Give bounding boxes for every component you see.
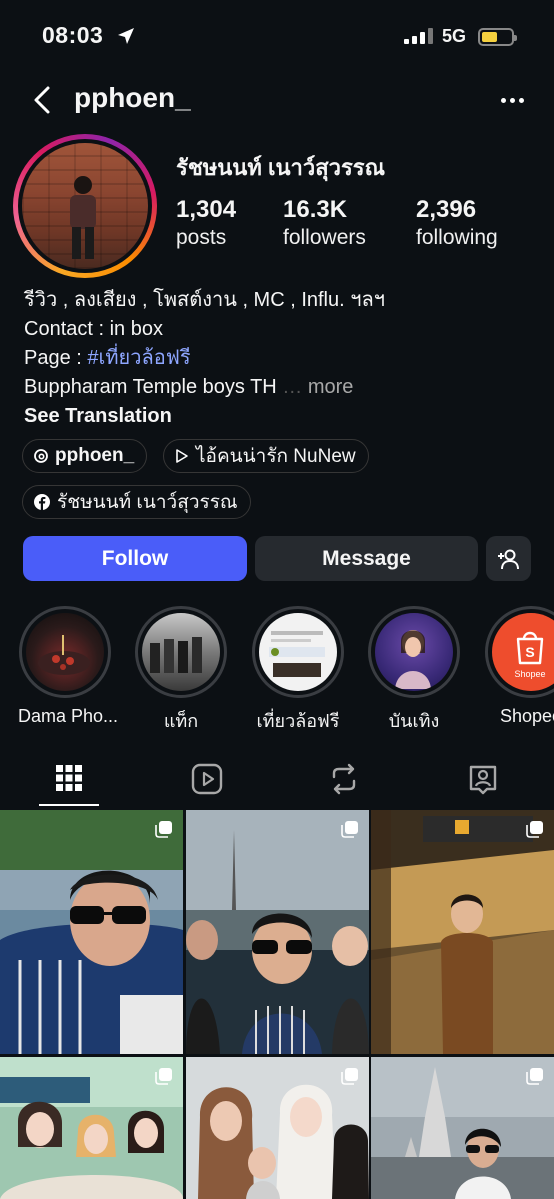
profile-avatar [22, 143, 148, 269]
multiple-photos-icon [341, 1068, 358, 1085]
multiple-photos-icon [155, 1068, 172, 1085]
tab-reels[interactable] [177, 752, 237, 806]
tab-tagged[interactable] [453, 752, 513, 806]
posts-grid [0, 810, 554, 1199]
post-image [371, 810, 554, 1054]
location-arrow-icon [118, 28, 134, 44]
facebook-icon [33, 493, 51, 511]
following-count: 2,396 [416, 196, 477, 223]
tab-posts-grid[interactable] [39, 752, 99, 806]
play-icon [174, 448, 190, 464]
threads-icon [33, 448, 49, 464]
highlight-item[interactable]: เที่ยวล้อฟรี [251, 606, 345, 735]
multiple-photos-icon [155, 821, 172, 838]
followers-label: followers [283, 226, 366, 249]
bio-more-link[interactable]: more [308, 376, 354, 398]
multiple-photos-icon [341, 821, 358, 838]
more-dot [509, 97, 515, 103]
profile-username: pphoen_ [74, 82, 191, 113]
bio-line: Buppharam Temple boys TH … more [24, 376, 354, 398]
follow-button[interactable]: Follow [23, 536, 247, 581]
threads-link-chip[interactable]: pphoen_ [22, 439, 148, 473]
video-link-chip[interactable]: ไอ้คนน่ารัก NuNew [163, 439, 369, 473]
profile-header: pphoen_ [0, 74, 554, 126]
more-dot [500, 97, 506, 103]
svg-text:S: S [525, 644, 534, 660]
status-bar: 08:03 5G [0, 0, 554, 74]
highlight-cover [26, 613, 104, 691]
highlight-label: เที่ยวล้อฟรี [256, 711, 340, 731]
highlight-item[interactable]: S Shopee Shopee [484, 606, 554, 727]
highlight-cover [142, 613, 220, 691]
highlight-cover: S Shopee [492, 613, 554, 691]
following-stat[interactable]: 2,396 following [416, 196, 498, 250]
avatar-photo [70, 176, 96, 259]
bio-line: รีวิว , ลงเสียง , โพสต์งาน , MC , Influ.… [24, 289, 385, 311]
more-dot [518, 97, 524, 103]
battery-icon [478, 28, 517, 46]
facebook-link-chip[interactable]: รัชษนนท์ เนาว์สุวรรณ [22, 485, 251, 519]
signal-icon [404, 28, 433, 44]
post-thumbnail[interactable] [0, 810, 183, 1054]
highlight-label: แท็ก [163, 711, 199, 731]
post-thumbnail[interactable] [186, 810, 369, 1054]
bio-line: Contact : in box [24, 318, 163, 340]
posts-count: 1,304 [176, 196, 237, 223]
post-image [0, 810, 183, 1054]
story-ring[interactable] [13, 134, 157, 278]
profile-tabs [0, 752, 554, 808]
message-button[interactable]: Message [255, 536, 478, 581]
post-thumbnail[interactable] [371, 1057, 554, 1199]
suggested-users-button[interactable] [486, 536, 531, 581]
video-link-label: ไอ้คนน่ารัก NuNew [196, 446, 356, 467]
bio-text: Buppharam Temple boys TH [24, 376, 277, 398]
highlight-label: Dama Pho... [18, 706, 119, 726]
posts-label: posts [176, 226, 227, 249]
network-type: 5G [442, 26, 467, 46]
highlight-cover [375, 613, 453, 691]
multiple-photos-icon [526, 1068, 543, 1085]
highlight-item[interactable]: Dama Pho... [18, 606, 119, 727]
chevron-left-icon [34, 86, 50, 114]
tab-reposts[interactable] [314, 752, 374, 806]
see-translation-link[interactable]: See Translation [24, 402, 534, 431]
grid-icon [56, 765, 82, 791]
reposts-icon [332, 763, 356, 795]
post-thumbnail[interactable] [186, 1057, 369, 1199]
followers-stat[interactable]: 16.3K followers [283, 196, 366, 250]
post-image [186, 810, 369, 1054]
followers-count: 16.3K [283, 196, 348, 223]
reels-icon [191, 763, 223, 795]
bio-line: Page : #เที่ยวล้อฟรี [24, 344, 534, 373]
profile-bio: รีวิว , ลงเสียง , โพสต์งาน , MC , Influ.… [24, 286, 534, 431]
facebook-link-label: รัชษนนท์ เนาว์สุวรรณ [57, 492, 238, 513]
status-time: 08:03 [42, 22, 104, 48]
highlight-cover [259, 613, 337, 691]
following-label: following [416, 226, 498, 249]
profile-full-name: รัชษนนท์ เนาว์สุวรรณ [176, 155, 386, 180]
posts-stat[interactable]: 1,304 posts [176, 196, 236, 250]
back-button[interactable] [24, 80, 60, 120]
highlight-label: บันเทิง [388, 711, 440, 731]
multiple-photos-icon [526, 821, 543, 838]
highlight-item[interactable]: บันเทิง [367, 606, 461, 735]
tagged-icon [469, 765, 497, 795]
post-thumbnail[interactable] [371, 810, 554, 1054]
highlight-label: Shopee [499, 706, 554, 726]
add-user-icon [497, 549, 519, 569]
post-thumbnail[interactable] [0, 1057, 183, 1199]
shopee-badge-text: Shopee [514, 669, 546, 679]
threads-link-label: pphoen_ [55, 445, 135, 466]
bio-page-prefix: Page : [24, 347, 88, 369]
bio-hashtag-link[interactable]: #เที่ยวล้อฟรี [87, 347, 190, 369]
highlight-item[interactable]: แท็ก [134, 606, 228, 735]
more-options-button[interactable] [494, 80, 530, 120]
